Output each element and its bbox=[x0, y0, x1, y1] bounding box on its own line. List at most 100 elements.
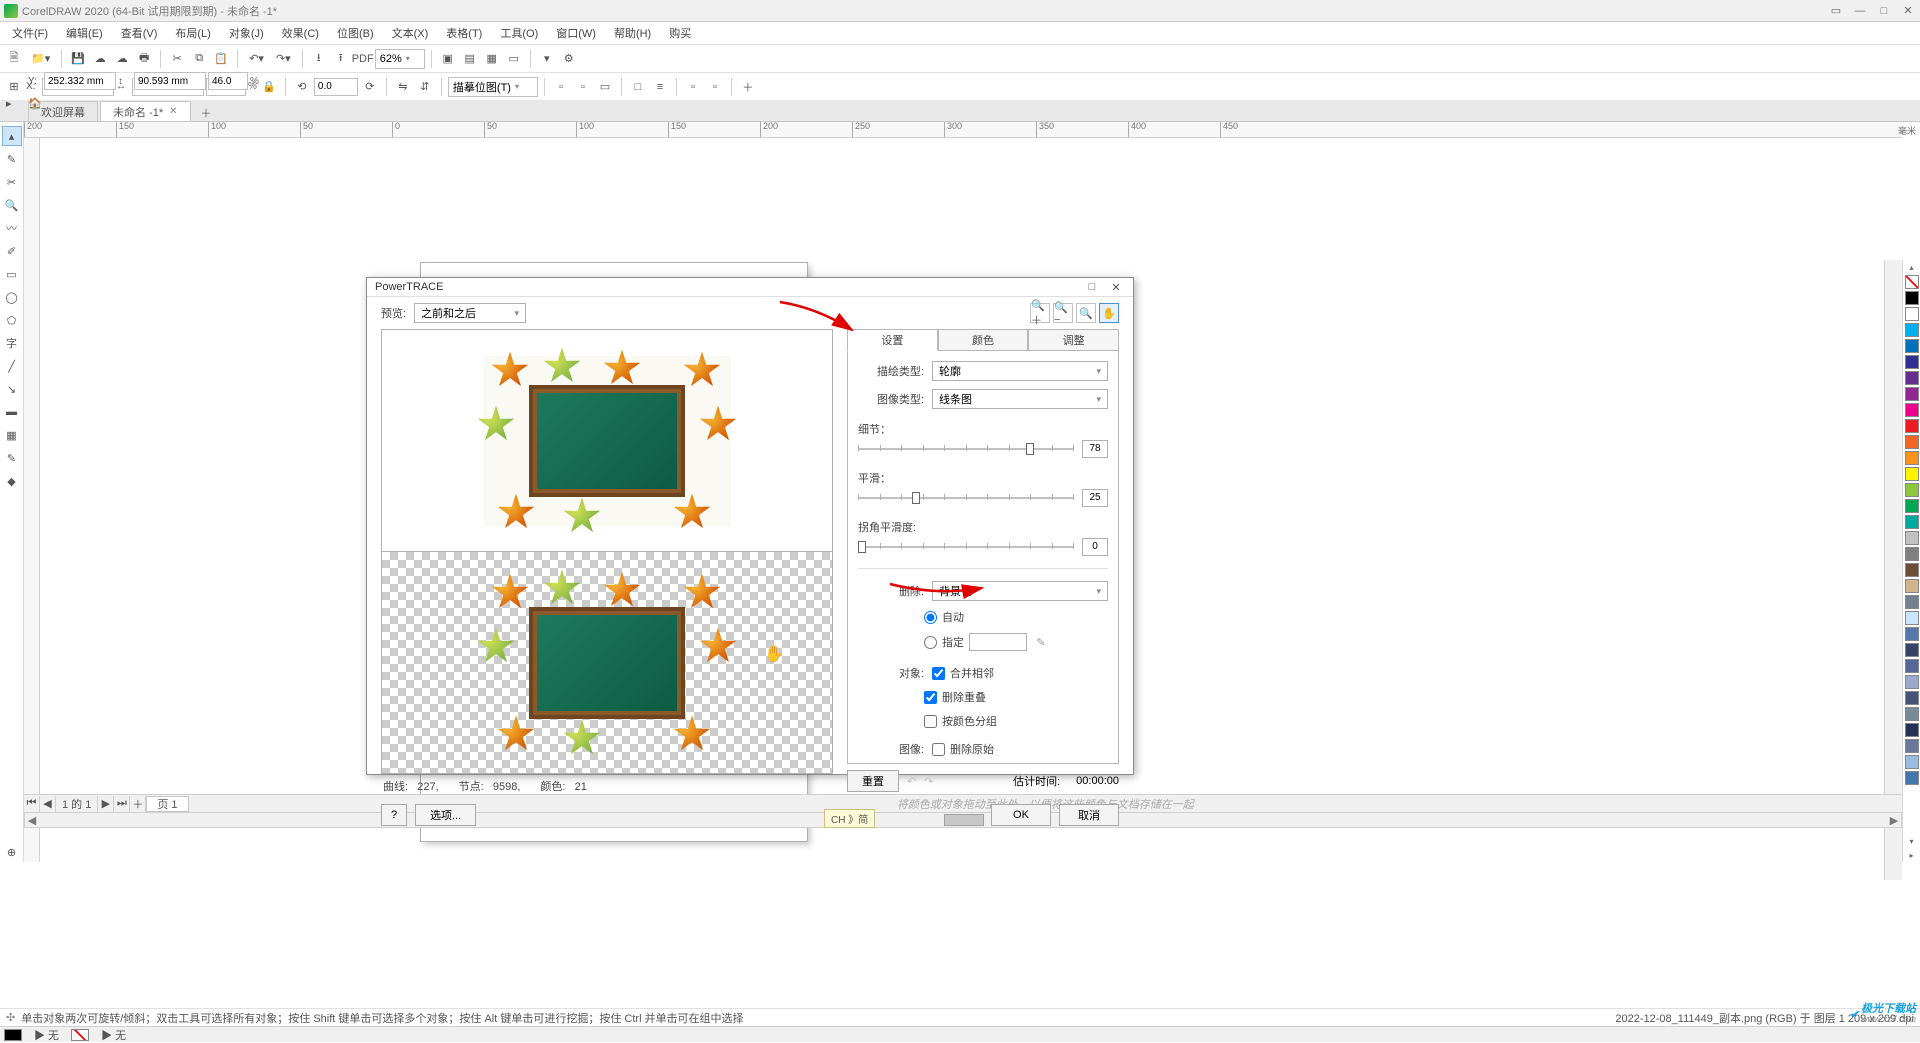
swatch-29[interactable] bbox=[1905, 755, 1919, 769]
swatch-22[interactable] bbox=[1905, 643, 1919, 657]
add-icon[interactable]: ＋ bbox=[738, 77, 758, 97]
preview-pane[interactable]: ✋ bbox=[381, 329, 833, 774]
eyedropper-tool-icon[interactable]: ✎ bbox=[2, 448, 22, 468]
palette-flyout-icon[interactable]: ▸ bbox=[1903, 848, 1920, 862]
zoom-in-icon[interactable]: 🔍＋ bbox=[1030, 303, 1050, 323]
pick-tool-icon[interactable]: ▴ bbox=[2, 126, 22, 146]
group-checkbox[interactable] bbox=[924, 715, 937, 728]
height-input[interactable] bbox=[134, 72, 206, 90]
ellipse-tool-icon[interactable]: ◯ bbox=[2, 287, 22, 307]
edit-bitmap-icon[interactable]: ▫ bbox=[551, 77, 571, 97]
pdf-icon[interactable]: PDF bbox=[353, 49, 373, 69]
polygon-tool-icon[interactable]: ⬠ bbox=[2, 310, 22, 330]
undo-icon[interactable]: ↶▾ bbox=[244, 49, 269, 69]
dialog-maximize-icon[interactable]: □ bbox=[1083, 278, 1101, 296]
maximize-icon[interactable]: □ bbox=[1876, 3, 1892, 19]
connector-tool-icon[interactable]: ↘ bbox=[2, 379, 22, 399]
tab-settings[interactable]: 设置 bbox=[847, 329, 938, 351]
menu-window[interactable]: 窗口(W) bbox=[548, 23, 604, 43]
ruler-vertical[interactable] bbox=[24, 138, 40, 862]
menu-file[interactable]: 文件(F) bbox=[4, 23, 56, 43]
crop-icon-1[interactable]: ▭ bbox=[595, 77, 615, 97]
swatch-3[interactable] bbox=[1905, 339, 1919, 353]
menu-layout[interactable]: 布局(L) bbox=[167, 23, 218, 43]
page-prev-icon[interactable]: ◀ bbox=[40, 796, 56, 812]
swatch-0[interactable] bbox=[1905, 291, 1919, 305]
swatch-12[interactable] bbox=[1905, 483, 1919, 497]
close-icon[interactable]: ✕ bbox=[1900, 3, 1916, 19]
reset-button[interactable]: 重置 bbox=[847, 770, 899, 792]
zoom-out-icon[interactable]: 🔍− bbox=[1053, 303, 1073, 323]
right-dock[interactable] bbox=[1884, 260, 1902, 880]
image-type-dropdown[interactable]: 线条图 bbox=[932, 389, 1108, 409]
page-last-icon[interactable]: ⏭ bbox=[114, 796, 130, 812]
paste-icon[interactable]: 📋 bbox=[211, 49, 231, 69]
tab-colors[interactable]: 颜色 bbox=[938, 329, 1029, 351]
copy-icon[interactable]: ⧉ bbox=[189, 49, 209, 69]
scaley-input[interactable] bbox=[208, 72, 248, 90]
freehand-tool-icon[interactable]: 〰 bbox=[2, 218, 22, 238]
tab-close-icon[interactable]: ✕ bbox=[169, 106, 177, 117]
zoom-fit-icon[interactable]: 🔍 bbox=[1076, 303, 1096, 323]
outline-none-icon[interactable] bbox=[71, 1029, 89, 1041]
tab-document[interactable]: 未命名 -1*✕ bbox=[100, 101, 191, 121]
specify-color[interactable] bbox=[969, 633, 1027, 651]
rulers-icon[interactable]: ▤ bbox=[460, 49, 480, 69]
options-icon[interactable]: ⚙ bbox=[559, 49, 579, 69]
swatch-8[interactable] bbox=[1905, 419, 1919, 433]
page-next-icon[interactable]: ▶ bbox=[98, 796, 114, 812]
save-icon[interactable]: 💾 bbox=[68, 49, 88, 69]
pick-tool-corner-icon[interactable]: ▸ bbox=[6, 97, 12, 110]
y-input[interactable] bbox=[44, 72, 116, 90]
menu-buy[interactable]: 购买 bbox=[661, 23, 699, 43]
swatch-27[interactable] bbox=[1905, 723, 1919, 737]
tab-add-icon[interactable]: ＋ bbox=[193, 105, 220, 121]
redo-icon[interactable]: ↷▾ bbox=[271, 49, 296, 69]
transparency-tool-icon[interactable]: ▦ bbox=[2, 425, 22, 445]
fullscreen-icon[interactable]: ▣ bbox=[438, 49, 458, 69]
swatch-28[interactable] bbox=[1905, 739, 1919, 753]
overlap-checkbox[interactable] bbox=[924, 691, 937, 704]
options-button[interactable]: 选项... bbox=[415, 804, 476, 826]
guidelines-icon[interactable]: ▭ bbox=[504, 49, 524, 69]
color-black-icon[interactable] bbox=[4, 1029, 22, 1041]
swatch-none[interactable] bbox=[1905, 275, 1919, 289]
menu-help[interactable]: 帮助(H) bbox=[606, 23, 659, 43]
tab-adjust[interactable]: 调整 bbox=[1028, 329, 1119, 351]
rotate-cw-icon[interactable]: ⟳ bbox=[360, 77, 380, 97]
object-origin-icon[interactable]: ⊞ bbox=[4, 77, 24, 97]
export-icon[interactable]: ⭱ bbox=[331, 49, 351, 69]
snap-icon[interactable]: ▾ bbox=[537, 49, 557, 69]
crop-icon-2[interactable]: □ bbox=[628, 77, 648, 97]
home-tab-icon[interactable]: 🏠 bbox=[28, 97, 42, 110]
swatch-11[interactable] bbox=[1905, 467, 1919, 481]
preview-before[interactable] bbox=[382, 330, 832, 551]
rotate-ccw-icon[interactable]: ⟲ bbox=[292, 77, 312, 97]
swatch-4[interactable] bbox=[1905, 355, 1919, 369]
lock-ratio-icon[interactable]: 🔒 bbox=[259, 77, 279, 97]
menu-table[interactable]: 表格(T) bbox=[438, 23, 490, 43]
page-first-icon[interactable]: ⏮ bbox=[24, 796, 40, 812]
cloud-down-icon[interactable]: ☁ bbox=[90, 49, 110, 69]
swatch-20[interactable] bbox=[1905, 611, 1919, 625]
preview-after[interactable]: ✋ bbox=[382, 551, 832, 773]
swatch-6[interactable] bbox=[1905, 387, 1919, 401]
page-add-icon[interactable]: ＋ bbox=[130, 796, 146, 812]
swatch-9[interactable] bbox=[1905, 435, 1919, 449]
swatch-26[interactable] bbox=[1905, 707, 1919, 721]
dialog-close-icon[interactable]: ✕ bbox=[1107, 278, 1125, 296]
zoom-tool-icon[interactable]: 🔍 bbox=[2, 195, 22, 215]
parallel-dim-tool-icon[interactable]: ╱ bbox=[2, 356, 22, 376]
swatch-5[interactable] bbox=[1905, 371, 1919, 385]
mirror-v-icon[interactable]: ⇵ bbox=[415, 77, 435, 97]
menu-edit[interactable]: 编辑(E) bbox=[58, 23, 111, 43]
angle-input[interactable] bbox=[314, 78, 358, 96]
text-tool-icon[interactable]: 字 bbox=[2, 333, 22, 353]
swatch-2[interactable] bbox=[1905, 323, 1919, 337]
palette-scroll-up-icon[interactable]: ▴ bbox=[1903, 260, 1920, 274]
wrap-icon[interactable]: ≡ bbox=[650, 77, 670, 97]
cloud-up-icon[interactable]: ☁ bbox=[112, 49, 132, 69]
specify-radio[interactable] bbox=[924, 636, 937, 649]
swatch-17[interactable] bbox=[1905, 563, 1919, 577]
quick-customize-icon[interactable]: ⊕ bbox=[2, 842, 22, 862]
